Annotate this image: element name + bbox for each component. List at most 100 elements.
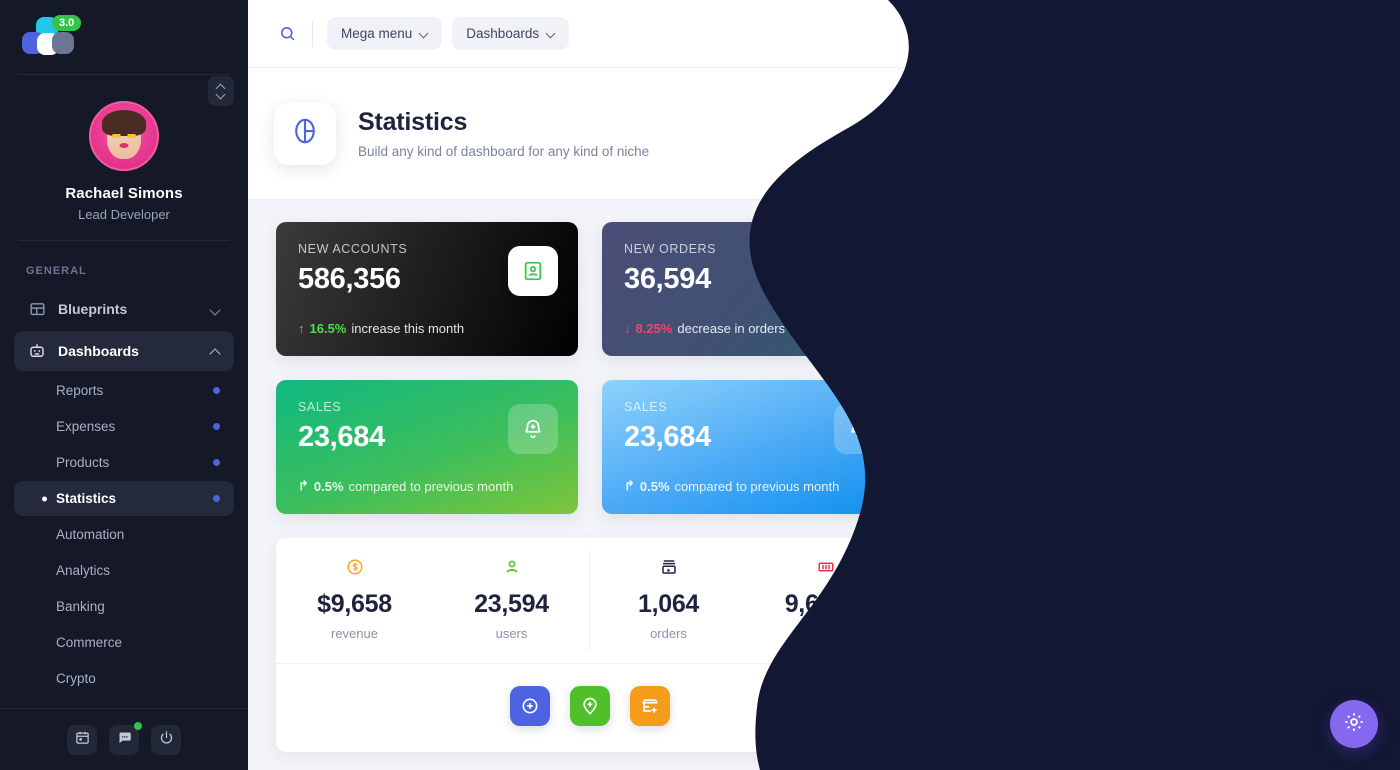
kpi-value: 1,064 xyxy=(637,590,700,618)
earnings-label: Earnings xyxy=(1017,118,1077,134)
contact-name: Munroe Dacks xyxy=(1007,400,1103,417)
status-dot xyxy=(213,387,220,394)
sidebar-item-statistics[interactable]: Statistics xyxy=(14,481,234,516)
dashboards-menu-button[interactable]: Dashboards xyxy=(452,17,570,50)
sidebar-item-analytics[interactable]: Analytics xyxy=(14,553,234,588)
version-badge: 3.0 xyxy=(52,15,82,31)
topbar-actions xyxy=(1224,15,1382,52)
coin-icon xyxy=(284,558,425,582)
sidebar-item-blueprints[interactable]: Blueprints xyxy=(14,289,234,329)
add-circle-button[interactable] xyxy=(510,686,550,726)
earnings-caption: Previous Week xyxy=(1253,106,1347,122)
status-dot-red xyxy=(1322,267,1331,276)
list-item[interactable]: Gunilla Canario Online + ADD xyxy=(931,453,1381,522)
sidebar-item-banking[interactable]: Banking xyxy=(14,589,234,624)
view-all-participants-button[interactable]: View all participants → xyxy=(1056,696,1256,733)
messages-icon xyxy=(1316,23,1333,45)
chevron-down-icon xyxy=(217,93,225,98)
current-user-name: Emma Taylor xyxy=(1277,305,1361,320)
sidebar-subitem-label: Reports xyxy=(56,383,104,398)
sidebar-item-label: Dashboards xyxy=(58,343,139,359)
sidebar-item-crypto[interactable]: Crypto xyxy=(14,661,234,696)
chevron-up-icon xyxy=(211,347,220,356)
calendar-icon xyxy=(75,730,90,750)
messenger-user-avatar[interactable]: ET xyxy=(1322,239,1361,277)
add-label: ADD xyxy=(1319,412,1346,424)
add-contact-button[interactable]: + ADD xyxy=(1290,542,1361,570)
sidebar-item-automation[interactable]: Automation xyxy=(14,517,234,552)
contact-status-label: Online xyxy=(1020,559,1055,574)
left-column: NEW ACCOUNTS 586,356 ↑ 16.5% increase th… xyxy=(276,222,904,752)
tile-delta-arrow: ↱ xyxy=(624,478,635,493)
sidebar-item-products[interactable]: Products xyxy=(14,445,234,480)
contact-status: Online xyxy=(1007,422,1103,436)
tile-delta: 16.5% xyxy=(309,321,347,336)
contact-name: Rowena Geistmann xyxy=(1007,538,1137,555)
sidebar-item-reports[interactable]: Reports xyxy=(14,373,234,408)
list-item[interactable]: Rowena Geistmann Online + ADD xyxy=(931,522,1381,591)
earnings-caption: Current Week xyxy=(1121,106,1209,122)
chat-button[interactable] xyxy=(109,721,142,755)
add-contact-button[interactable]: + ADD xyxy=(1290,611,1361,639)
kpi-value: 23,594 xyxy=(474,590,549,618)
chevron-up-icon xyxy=(217,85,225,90)
add-store-button[interactable] xyxy=(630,686,670,726)
profile-switcher-button[interactable] xyxy=(208,76,234,106)
mega-menu-button[interactable]: Mega menu xyxy=(327,17,443,50)
sidebar-item-expenses[interactable]: Expenses xyxy=(14,409,234,444)
notifications-button[interactable] xyxy=(1224,15,1258,50)
avatar xyxy=(951,397,993,439)
messenger-footer: View all participants → xyxy=(931,682,1381,751)
list-item[interactable]: Ede Stoving Online + ADD xyxy=(931,591,1381,660)
location-pin-button[interactable] xyxy=(570,686,610,726)
tile-foot-text: compared to previous month xyxy=(674,478,840,494)
kpi-label: revenue xyxy=(331,626,378,641)
calendar-button[interactable] xyxy=(67,724,97,755)
sidebar-item-finance[interactable]: Finance xyxy=(14,697,234,708)
kpi-label: orders xyxy=(807,626,844,641)
add-label: ADD xyxy=(1319,481,1346,493)
messenger-search[interactable] xyxy=(931,334,1381,384)
delete-all-button[interactable]: Delete all xyxy=(951,305,1007,320)
bell-icon xyxy=(1232,23,1248,44)
user-avatar[interactable] xyxy=(1350,17,1382,50)
contact-status: Online xyxy=(1007,560,1137,574)
power-button[interactable] xyxy=(151,724,181,755)
messages-button[interactable] xyxy=(1308,17,1342,52)
kpi-users: 23,594 users xyxy=(433,538,590,663)
topbar: Mega menu Dashboards xyxy=(248,0,1400,68)
status-dot-red xyxy=(1264,133,1274,142)
earnings-previous-week: Previous Week $76,645 xyxy=(1231,87,1369,165)
sidebar-subitem-label: Statistics xyxy=(56,491,117,506)
sidebar-item-commerce[interactable]: Commerce xyxy=(14,625,234,660)
sidebar-logo[interactable]: 3.0 xyxy=(0,0,248,74)
stat-tiles-grid: NEW ACCOUNTS 586,356 ↑ 16.5% increase th… xyxy=(276,222,904,514)
page-title: Statistics xyxy=(358,108,468,136)
mega-menu-label: Mega menu xyxy=(341,26,413,41)
stat-tile-sales-blue[interactable]: SALES 23,684 ↱ 0.5% compared to previous… xyxy=(602,380,904,514)
notification-dot xyxy=(1250,15,1258,24)
stat-tile-new-accounts[interactable]: NEW ACCOUNTS 586,356 ↑ 16.5% increase th… xyxy=(276,222,578,356)
add-contact-button[interactable]: + ADD xyxy=(1290,404,1361,432)
stat-tile-sales-green[interactable]: SALES 23,684 ↱ 0.5% compared to previous… xyxy=(276,380,578,514)
avatar xyxy=(89,101,159,171)
tile-foot-text: compared to previous month xyxy=(348,478,514,494)
search-icon[interactable] xyxy=(270,17,304,51)
sidebar-subitem-label: Commerce xyxy=(56,635,123,650)
stat-tile-new-orders[interactable]: NEW ORDERS 36,594 ↓ 8.25% decrease in or… xyxy=(602,222,904,356)
earnings-value: $34,543 xyxy=(1146,129,1201,146)
messenger-header: MESSAGES Messenger Window ET xyxy=(931,223,1381,292)
list-item[interactable]: Munroe Dacks Online + ADD xyxy=(931,384,1381,453)
sidebar-item-dashboards[interactable]: Dashboards xyxy=(14,331,234,371)
main-content: Mega menu Dashboards Statistics Build an… xyxy=(248,0,1400,770)
add-contact-button[interactable]: + ADD xyxy=(1290,473,1361,501)
status-dot-green xyxy=(1007,632,1014,639)
plus-icon: + xyxy=(1305,481,1313,493)
sidebar-subitem-label: Finance xyxy=(56,707,220,708)
thumbs-up-icon xyxy=(834,246,884,296)
language-button[interactable] xyxy=(1266,17,1298,50)
messenger-title: Messenger Window xyxy=(951,256,1101,274)
settings-fab-button[interactable] xyxy=(1330,700,1378,748)
search-input[interactable] xyxy=(979,351,1361,366)
sidebar: 3.0 Rachael Simons Lead Developer GENERA… xyxy=(0,0,248,770)
